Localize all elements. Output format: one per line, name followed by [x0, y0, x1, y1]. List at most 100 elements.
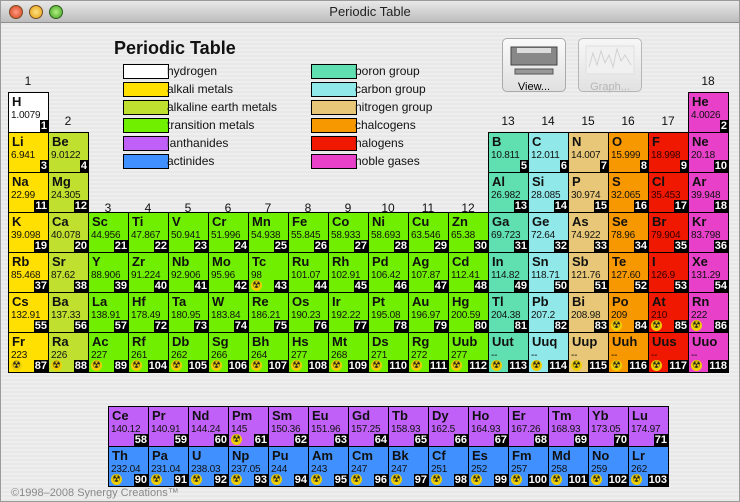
element-In[interactable]: In 114.82 49: [488, 252, 529, 293]
element-Rb[interactable]: Rb 85.468 37: [8, 252, 49, 293]
view-button[interactable]: View...: [502, 38, 566, 93]
element-Uuo[interactable]: Uuo -- 118 ☢: [688, 332, 729, 373]
element-Mg[interactable]: Mg 24.305 12: [48, 172, 89, 213]
element-Tm[interactable]: Tm 168.93 69: [548, 406, 589, 447]
element-Sm[interactable]: Sm 150.36 62: [268, 406, 309, 447]
element-Hf[interactable]: Hf 178.49 72: [128, 292, 169, 333]
element-Np[interactable]: Np 237.05 93 ☢: [228, 446, 269, 487]
element-Uuh[interactable]: Uuh -- 116 ☢: [608, 332, 649, 373]
element-Os[interactable]: Os 190.23 76: [288, 292, 329, 333]
element-Ca[interactable]: Ca 40.078 20: [48, 212, 89, 253]
element-H[interactable]: H 1.0079 1: [8, 92, 49, 133]
element-Pu[interactable]: Pu 244 94 ☢: [268, 446, 309, 487]
element-B[interactable]: B 10.811 5: [488, 132, 529, 173]
element-Pm[interactable]: Pm 145 61 ☢: [228, 406, 269, 447]
element-Re[interactable]: Re 186.21 75: [248, 292, 289, 333]
element-Bi[interactable]: Bi 208.98 83: [568, 292, 609, 333]
element-Tc[interactable]: Tc 98 43 ☢: [248, 252, 289, 293]
element-Am[interactable]: Am 243 95 ☢: [308, 446, 349, 487]
element-Ds[interactable]: Ds 271 110 ☢: [368, 332, 409, 373]
element-Es[interactable]: Es 252 99 ☢: [468, 446, 509, 487]
element-Ba[interactable]: Ba 137.33 56: [48, 292, 89, 333]
element-Tl[interactable]: Tl 204.38 81: [488, 292, 529, 333]
element-Sc[interactable]: Sc 44.956 21: [88, 212, 129, 253]
element-Ag[interactable]: Ag 107.87 47: [408, 252, 449, 293]
element-He[interactable]: He 4.0026 2: [688, 92, 729, 133]
element-Au[interactable]: Au 196.97 79: [408, 292, 449, 333]
element-Uuq[interactable]: Uuq -- 114 ☢: [528, 332, 569, 373]
element-Ti[interactable]: Ti 47.867 22: [128, 212, 169, 253]
element-Fe[interactable]: Fe 55.845 26: [288, 212, 329, 253]
element-Ra[interactable]: Ra 226 88 ☢: [48, 332, 89, 373]
element-Pr[interactable]: Pr 140.91 59: [148, 406, 189, 447]
element-Fr[interactable]: Fr 223 87 ☢: [8, 332, 49, 373]
element-P[interactable]: P 30.974 15: [568, 172, 609, 213]
element-Tb[interactable]: Tb 158.93 65: [388, 406, 429, 447]
element-Nd[interactable]: Nd 144.24 60: [188, 406, 229, 447]
element-Pb[interactable]: Pb 207.2 82: [528, 292, 569, 333]
element-Cd[interactable]: Cd 112.41 48: [448, 252, 489, 293]
element-Te[interactable]: Te 127.60 52: [608, 252, 649, 293]
element-Ru[interactable]: Ru 101.07 44: [288, 252, 329, 293]
element-Ni[interactable]: Ni 58.693 28: [368, 212, 409, 253]
element-Uub[interactable]: Uub 277 112 ☢: [448, 332, 489, 373]
element-U[interactable]: U 238.03 92 ☢: [188, 446, 229, 487]
element-Br[interactable]: Br 79.904 35: [648, 212, 689, 253]
element-Ho[interactable]: Ho 164.93 67: [468, 406, 509, 447]
element-Zr[interactable]: Zr 91.224 40: [128, 252, 169, 293]
element-Md[interactable]: Md 258 101 ☢: [548, 446, 589, 487]
element-As[interactable]: As 74.922 33: [568, 212, 609, 253]
element-Uut[interactable]: Uut -- 113 ☢: [488, 332, 529, 373]
element-S[interactable]: S 32.065 16: [608, 172, 649, 213]
element-Y[interactable]: Y 88.906 39: [88, 252, 129, 293]
element-Zn[interactable]: Zn 65.38 30: [448, 212, 489, 253]
element-K[interactable]: K 39.098 19: [8, 212, 49, 253]
element-Rn[interactable]: Rn 222 86 ☢: [688, 292, 729, 333]
element-Cm[interactable]: Cm 247 96 ☢: [348, 446, 389, 487]
element-Co[interactable]: Co 58.933 27: [328, 212, 369, 253]
element-Fm[interactable]: Fm 257 100 ☢: [508, 446, 549, 487]
element-Cu[interactable]: Cu 63.546 29: [408, 212, 449, 253]
element-Mo[interactable]: Mo 95.96 42: [208, 252, 249, 293]
element-Ac[interactable]: Ac 227 89 ☢: [88, 332, 129, 373]
element-Uus[interactable]: Uus -- 117 ☢: [648, 332, 689, 373]
element-N[interactable]: N 14.007 7: [568, 132, 609, 173]
element-Sb[interactable]: Sb 121.76 51: [568, 252, 609, 293]
element-Sg[interactable]: Sg 266 106 ☢: [208, 332, 249, 373]
element-Rh[interactable]: Rh 102.91 45: [328, 252, 369, 293]
element-Cs[interactable]: Cs 132.91 55: [8, 292, 49, 333]
element-Cl[interactable]: Cl 35.453 17: [648, 172, 689, 213]
element-Bk[interactable]: Bk 247 97 ☢: [388, 446, 429, 487]
element-Cf[interactable]: Cf 251 98 ☢: [428, 446, 469, 487]
element-Mn[interactable]: Mn 54.938 25: [248, 212, 289, 253]
element-Uup[interactable]: Uup -- 115 ☢: [568, 332, 609, 373]
element-Li[interactable]: Li 6.941 3: [8, 132, 49, 173]
element-Xe[interactable]: Xe 131.29 54: [688, 252, 729, 293]
element-V[interactable]: V 50.941 23: [168, 212, 209, 253]
element-Hg[interactable]: Hg 200.59 80: [448, 292, 489, 333]
element-Kr[interactable]: Kr 83.798 36: [688, 212, 729, 253]
element-Ge[interactable]: Ge 72.64 32: [528, 212, 569, 253]
element-Be[interactable]: Be 9.0122 4: [48, 132, 89, 173]
element-Ga[interactable]: Ga 69.723 31: [488, 212, 529, 253]
element-Lu[interactable]: Lu 174.97 71: [628, 406, 669, 447]
element-Th[interactable]: Th 232.04 90 ☢: [108, 446, 149, 487]
element-Si[interactable]: Si 28.085 14: [528, 172, 569, 213]
element-Po[interactable]: Po 209 84 ☢: [608, 292, 649, 333]
element-At[interactable]: At 210 85 ☢: [648, 292, 689, 333]
element-Cr[interactable]: Cr 51.996 24: [208, 212, 249, 253]
element-Pd[interactable]: Pd 106.42 46: [368, 252, 409, 293]
close-button[interactable]: [9, 5, 23, 19]
element-No[interactable]: No 259 102 ☢: [588, 446, 629, 487]
element-Pt[interactable]: Pt 195.08 78: [368, 292, 409, 333]
element-Ta[interactable]: Ta 180.95 73: [168, 292, 209, 333]
element-Lr[interactable]: Lr 262 103 ☢: [628, 446, 669, 487]
element-W[interactable]: W 183.84 74: [208, 292, 249, 333]
element-Db[interactable]: Db 262 105 ☢: [168, 332, 209, 373]
element-Na[interactable]: Na 22.99 11: [8, 172, 49, 213]
element-Al[interactable]: Al 26.982 13: [488, 172, 529, 213]
element-Ir[interactable]: Ir 192.22 77: [328, 292, 369, 333]
element-Se[interactable]: Se 78.96 34: [608, 212, 649, 253]
element-Dy[interactable]: Dy 162.5 66: [428, 406, 469, 447]
element-Pa[interactable]: Pa 231.04 91 ☢: [148, 446, 189, 487]
